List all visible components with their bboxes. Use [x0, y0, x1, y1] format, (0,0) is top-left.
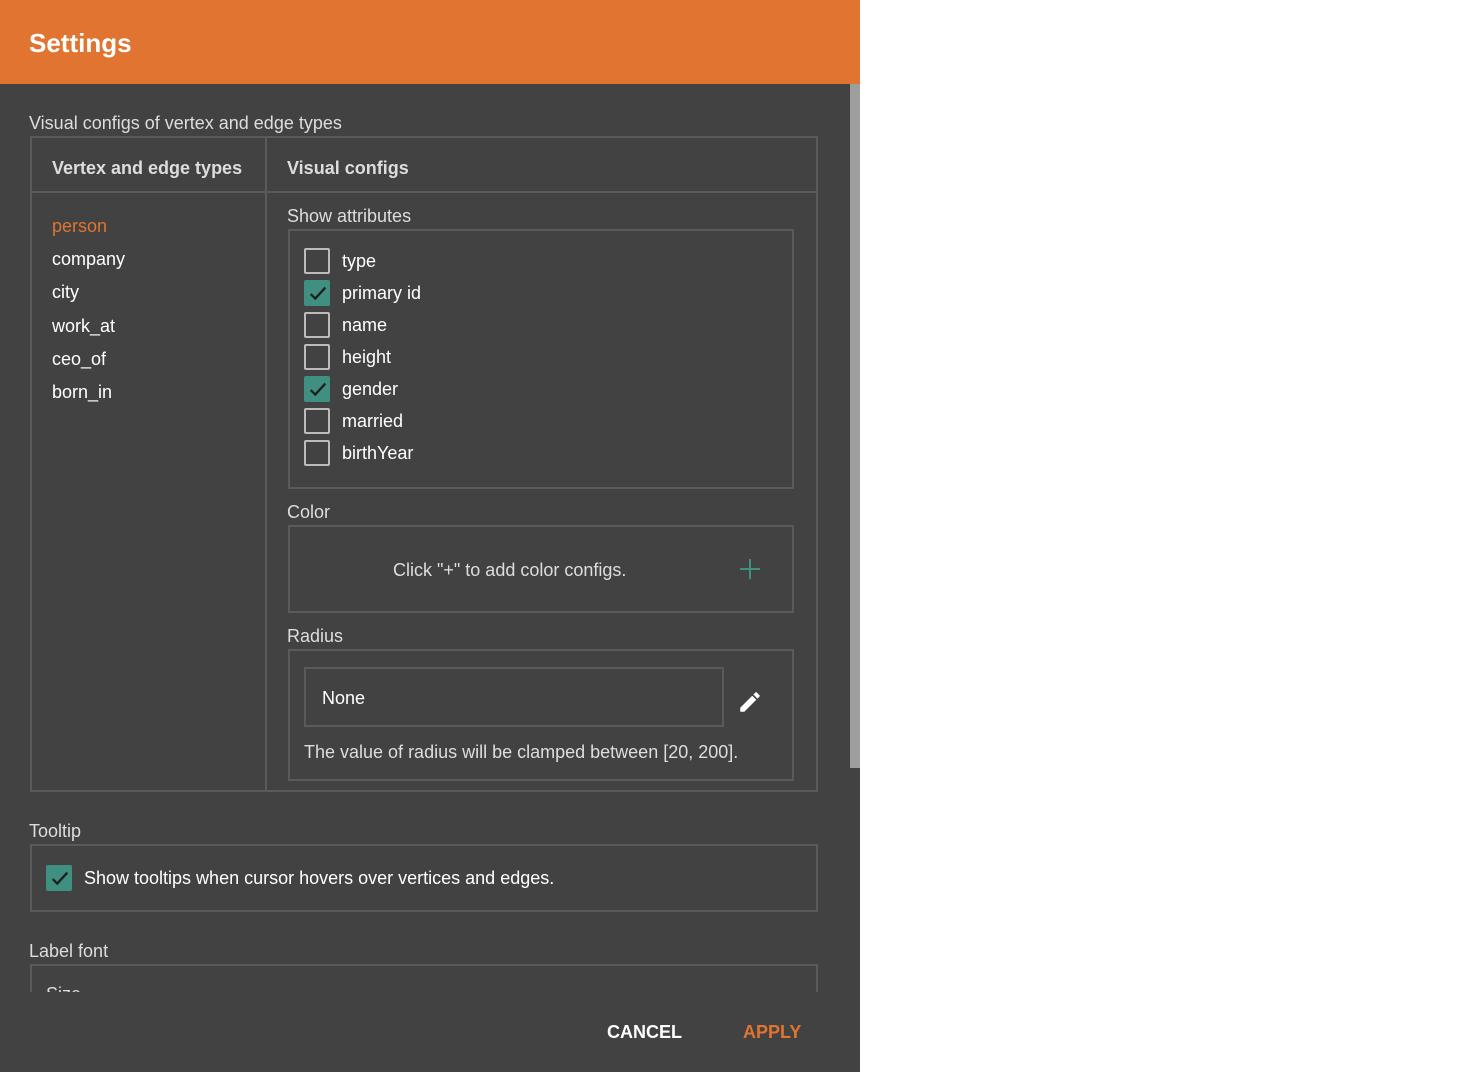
dialog-content[interactable]: Visual configs of vertex and edge types …	[0, 84, 860, 992]
type-item-company[interactable]: company	[52, 249, 125, 270]
type-item-person[interactable]: person	[52, 216, 107, 237]
attribute-label: gender	[342, 379, 399, 399]
settings-dialog: Settings Visual configs of vertex and ed…	[0, 0, 860, 1072]
radius-value: None	[322, 688, 366, 708]
attribute-checkbox-type[interactable]	[304, 248, 330, 274]
radius-input[interactable]: None	[304, 667, 724, 727]
radius-label: Radius	[287, 626, 344, 646]
attribute-checkbox-married[interactable]	[304, 408, 330, 434]
attribute-checkbox-name[interactable]	[304, 312, 330, 338]
attribute-label: type	[342, 251, 377, 271]
apply-button[interactable]: APPLY	[743, 1022, 801, 1043]
show-attributes-label: Show attributes	[287, 206, 412, 226]
radius-box: None The value of radius will be clamped…	[288, 649, 794, 781]
column-header-configs: Visual configs	[287, 158, 409, 178]
dialog-title: Settings	[0, 0, 860, 84]
attribute-label: name	[342, 315, 388, 335]
label-font-box: Size	[30, 964, 818, 992]
tooltip-box: Show tooltips when cursor hovers over ve…	[30, 844, 818, 912]
attribute-checkbox-height[interactable]	[304, 344, 330, 370]
attribute-label: birthYear	[342, 443, 414, 463]
plus-icon[interactable]	[740, 559, 760, 579]
type-item-work-at[interactable]: work_at	[52, 316, 115, 337]
color-hint: Click "+" to add color configs.	[393, 560, 627, 580]
size-label: Size	[46, 984, 81, 992]
attribute-label: married	[342, 411, 404, 431]
attribute-checkbox-birthyear[interactable]	[304, 440, 330, 466]
dialog-footer: CANCEL APPLY	[0, 992, 860, 1072]
attribute-label: primary id	[342, 283, 422, 303]
types-table: Vertex and edge types Visual configs per…	[30, 136, 818, 792]
tooltip-checkbox[interactable]	[46, 865, 72, 891]
type-item-city[interactable]: city	[52, 282, 79, 303]
attribute-label: height	[342, 347, 392, 367]
type-item-ceo-of[interactable]: ceo_of	[52, 349, 106, 370]
color-label: Color	[287, 502, 331, 522]
color-box: Click "+" to add color configs.	[288, 525, 794, 613]
label-font-label: Label font	[29, 941, 109, 961]
type-item-born-in[interactable]: born_in	[52, 382, 112, 403]
section-title: Visual configs of vertex and edge types	[29, 113, 342, 133]
column-header-types: Vertex and edge types	[52, 158, 243, 178]
tooltip-label: Tooltip	[29, 821, 82, 841]
attribute-checkbox-gender[interactable]	[304, 376, 330, 402]
cancel-button[interactable]: CANCEL	[607, 1022, 682, 1043]
radius-hint: The value of radius will be clamped betw…	[304, 742, 739, 762]
scrollbar[interactable]	[850, 84, 860, 768]
attribute-checkbox-primary-id[interactable]	[304, 280, 330, 306]
tooltip-checkbox-label: Show tooltips when cursor hovers over ve…	[84, 868, 555, 888]
show-attributes-box: type primary id name height gender married bir…	[288, 229, 794, 489]
pencil-icon[interactable]	[737, 689, 763, 715]
